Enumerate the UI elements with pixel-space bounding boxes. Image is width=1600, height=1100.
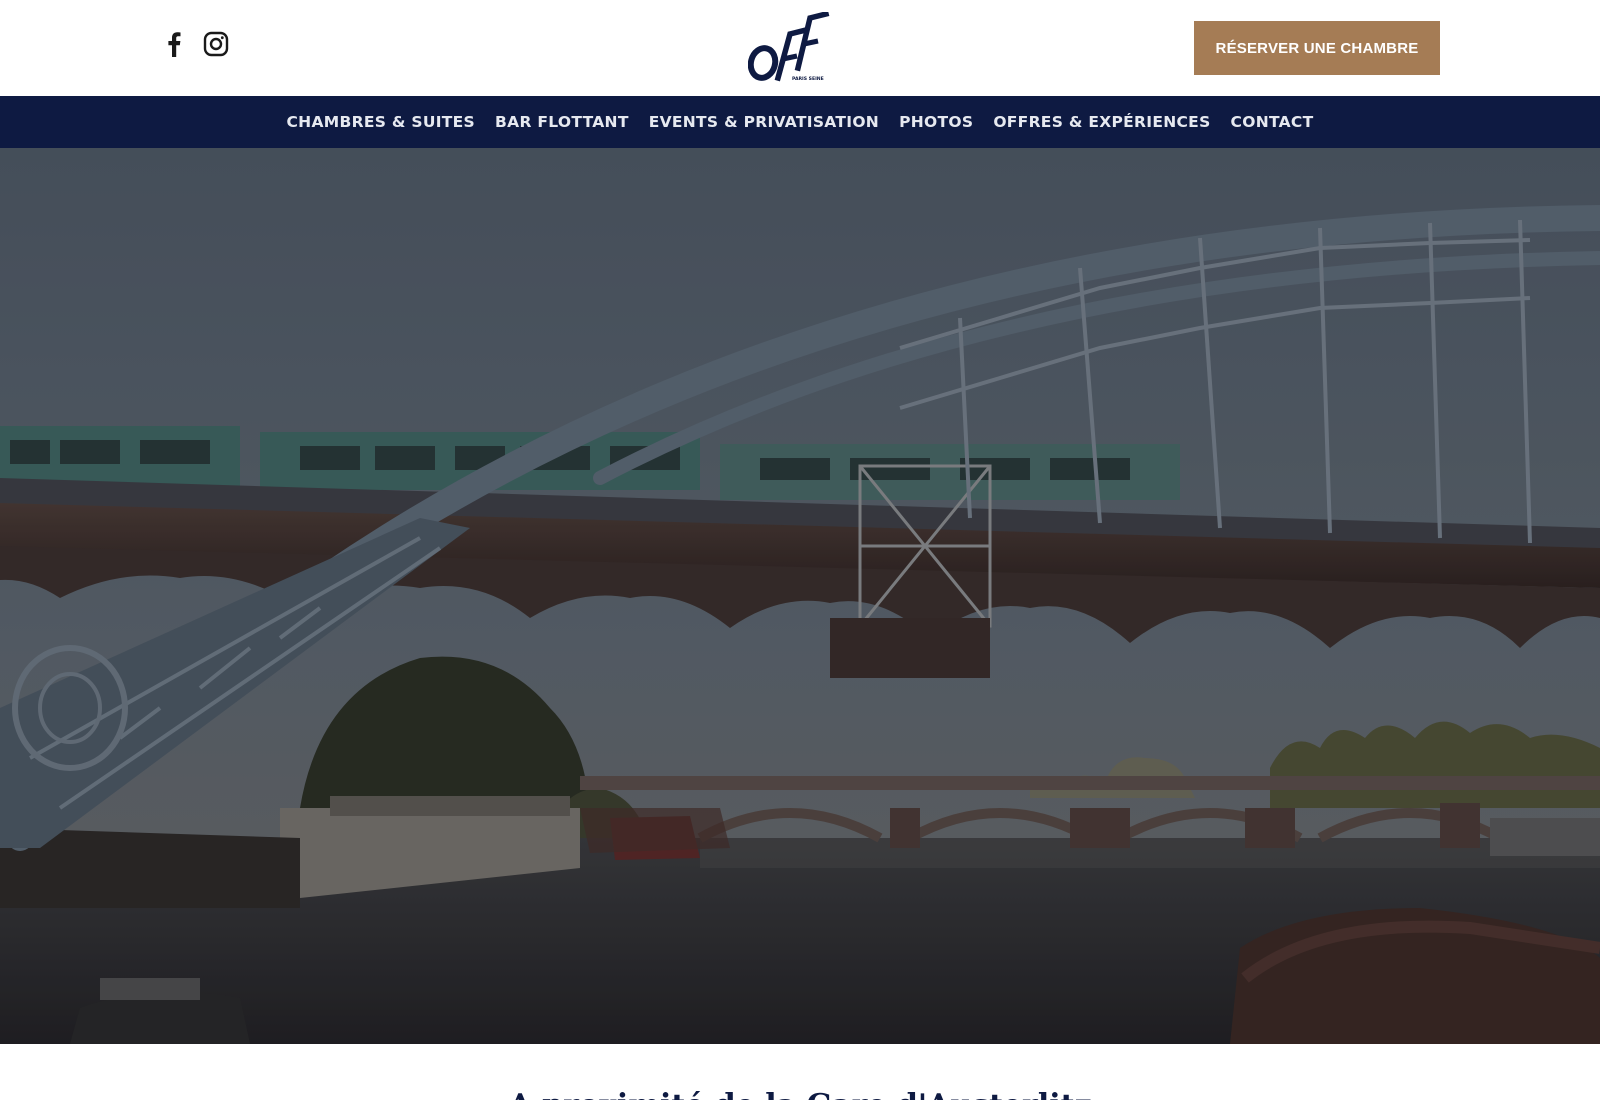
nav-item-events-privatisation[interactable]: EVENTS & PRIVATISATION (649, 113, 879, 131)
intro-section: A proximité de la Gare d'Austerlitz (0, 1044, 1600, 1100)
social-links (160, 30, 230, 58)
instagram-icon[interactable] (202, 30, 230, 58)
nav-item-contact[interactable]: CONTACT (1231, 113, 1314, 131)
nav-item-offres-experiences[interactable]: OFFRES & EXPÉRIENCES (993, 113, 1210, 131)
hero-image (0, 148, 1600, 1044)
nav-item-chambres-suites[interactable]: CHAMBRES & SUITES (287, 113, 476, 131)
reserve-room-button[interactable]: RÉSERVER UNE CHAMBRE (1194, 21, 1440, 75)
site-header: PARIS SEINE RÉSERVER UNE CHAMBRE (0, 0, 1600, 96)
nav-item-photos[interactable]: PHOTOS (899, 113, 973, 131)
logo-subtext: PARIS SEINE (792, 76, 824, 82)
intro-heading: A proximité de la Gare d'Austerlitz (0, 1088, 1600, 1100)
nav-item-bar-flottant[interactable]: BAR FLOTTANT (495, 113, 629, 131)
main-nav: CHAMBRES & SUITES BAR FLOTTANT EVENTS & … (0, 96, 1600, 148)
nav-list: CHAMBRES & SUITES BAR FLOTTANT EVENTS & … (0, 96, 1600, 148)
hero-video (0, 148, 1600, 1044)
facebook-icon[interactable] (160, 30, 188, 58)
brand-logo[interactable]: PARIS SEINE (747, 10, 834, 84)
